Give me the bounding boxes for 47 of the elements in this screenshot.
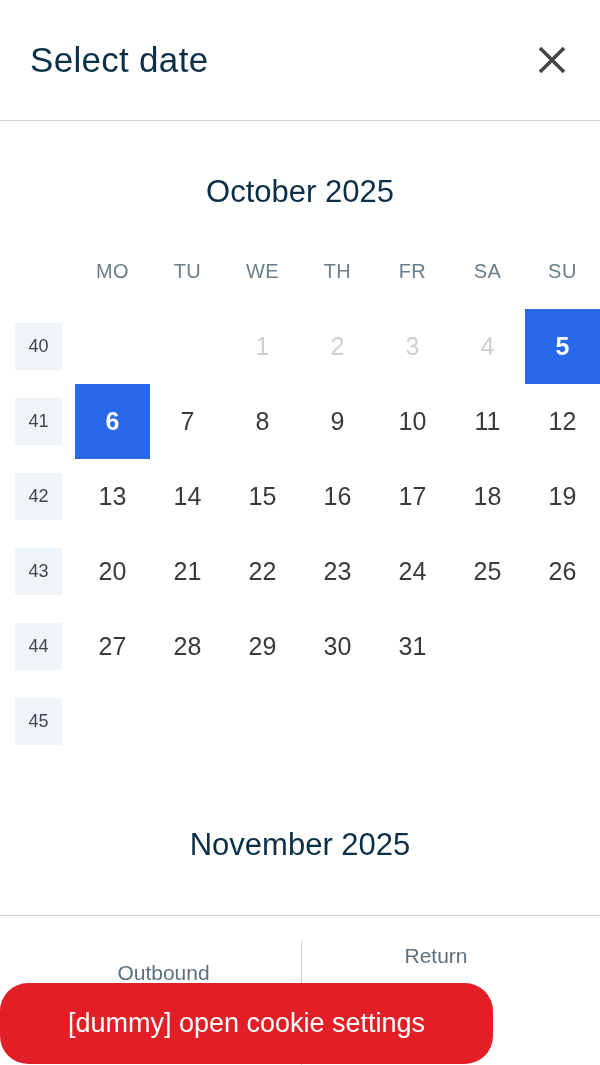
calendar-day[interactable]: 7 — [150, 384, 225, 459]
cookie-settings-button[interactable]: [dummy] open cookie settings — [0, 983, 493, 1064]
calendar-day[interactable]: 20 — [75, 534, 150, 609]
calendar-day[interactable]: 6 — [75, 384, 150, 459]
calendar-day[interactable]: 13 — [75, 459, 150, 534]
calendar-day[interactable]: 31 — [375, 609, 450, 684]
calendar-day[interactable]: 23 — [300, 534, 375, 609]
weekday-label: TU — [173, 260, 202, 283]
return-label: Return — [404, 944, 468, 968]
weekday-label: SA — [473, 260, 502, 283]
calendar-day[interactable]: 5 — [525, 309, 600, 384]
week-number: 40 — [15, 323, 62, 370]
calendar-day[interactable]: 17 — [375, 459, 450, 534]
calendar-day[interactable]: 9 — [300, 384, 375, 459]
calendar-day[interactable]: 15 — [225, 459, 300, 534]
week-number: 45 — [15, 698, 62, 745]
calendar-day[interactable]: 10 — [375, 384, 450, 459]
calendar-day[interactable]: 19 — [525, 459, 600, 534]
calendar-day[interactable]: 28 — [150, 609, 225, 684]
weekday-label: SU — [548, 260, 577, 283]
calendar-day[interactable]: 8 — [225, 384, 300, 459]
calendar-day[interactable]: 26 — [525, 534, 600, 609]
week-number: 43 — [15, 548, 62, 595]
outbound-label: Outbound — [117, 961, 210, 985]
calendar-day[interactable]: 29 — [225, 609, 300, 684]
week-number: 41 — [15, 398, 62, 445]
calendar-day[interactable]: 11 — [450, 384, 525, 459]
weekday-label: TH — [323, 260, 352, 283]
calendar-day[interactable]: 27 — [75, 609, 150, 684]
calendar-day[interactable]: 21 — [150, 534, 225, 609]
month-title: October 2025 — [206, 173, 394, 211]
calendar-day[interactable]: 24 — [375, 534, 450, 609]
close-icon — [538, 46, 566, 74]
dialog-title: Select date — [30, 40, 209, 80]
calendar-day[interactable]: 12 — [525, 384, 600, 459]
week-number: 42 — [15, 473, 62, 520]
calendar-day[interactable]: 18 — [450, 459, 525, 534]
calendar-day[interactable]: 30 — [300, 609, 375, 684]
week-number: 44 — [15, 623, 62, 670]
calendar-day[interactable]: 25 — [450, 534, 525, 609]
month-title: November 2025 — [189, 826, 411, 864]
weekday-label: WE — [245, 260, 280, 283]
calendar-day[interactable]: 22 — [225, 534, 300, 609]
calendar-day[interactable]: 14 — [150, 459, 225, 534]
weekday-label: MO — [95, 260, 130, 283]
calendar-day[interactable]: 16 — [300, 459, 375, 534]
weekday-label: FR — [398, 260, 427, 283]
